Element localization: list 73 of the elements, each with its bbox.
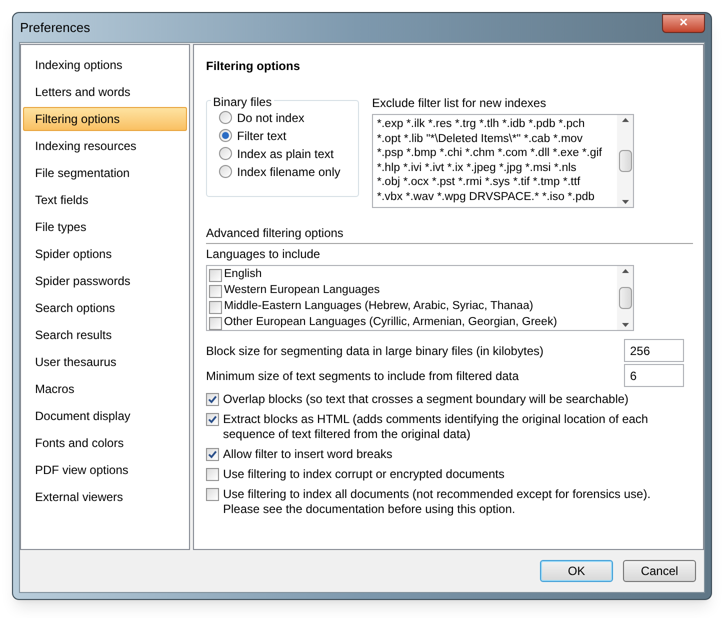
language-label: English [224,267,262,282]
sidebar-item[interactable]: Macros [23,377,187,401]
radio-label: Filter text [237,128,286,144]
sidebar-item[interactable]: File segmentation [23,161,187,185]
language-label: Other European Languages (Cyrillic, Armenian, Georgian, Greek) [224,315,558,330]
sidebar-item[interactable]: Document display [23,404,187,428]
page-heading: Filtering options [206,58,301,75]
checkbox[interactable] [209,300,222,314]
checkbox-label: Extract blocks as HTML (adds comments identifying the original location of each sequence of text filtered from the original data) [223,412,650,442]
section-heading: Advanced filtering options [206,226,344,240]
scroll-thumb[interactable] [618,150,632,172]
sidebar-item[interactable]: File types [23,215,187,239]
sidebar-item[interactable]: Spider passwords [23,269,187,293]
checkbox[interactable] [209,316,222,330]
scrollbar[interactable] [617,115,633,207]
field-label: Languages to include [206,246,322,263]
checkbox[interactable] [206,488,219,501]
field-text-line: *.hlp *.ivi *.ivt *.ix *.jpeg *.jpg *.msi *.nls [377,160,578,175]
field-label: Block size for segmenting data in large binary files (in kilobytes) [206,342,544,360]
sidebar-item[interactable]: Fonts and colors [23,431,187,455]
checkbox-label: Use filtering to index all documents (not recommended except for forensics use). Please see the documentation before using this option. [223,487,652,517]
number-field[interactable]: 256 [624,339,684,362]
sidebar-item[interactable]: Search results [23,323,187,347]
scroll-up-icon [622,269,628,273]
radio-label: Do not index [237,110,304,126]
checkbox[interactable] [209,284,222,298]
checkbox[interactable] [206,413,219,426]
sidebar-item[interactable]: PDF view options [23,458,187,482]
checkbox-label: Use filtering to index corrupt or encrypted documents [223,467,506,482]
checkmark-icon [208,415,217,424]
radio-button[interactable] [219,129,232,142]
field-text-line: *.psp *.bmp *.chi *.chm *.com *.dll *.exe *.gif [377,146,603,160]
field-text-line: *.obj *.ocx *.pst *.rmi *.sys *.tif *.tmp *.ttf [377,175,582,190]
checkmark-icon [208,395,217,404]
scrollbar[interactable] [617,266,633,330]
languages-list[interactable]: English Western European Languages Middle-Eastern Languages (Hebrew, Arabic, Syriac, Thanaa) Other European Languages (Cyrillic, Armenian, Georgian, Greek) [206,265,634,331]
sidebar-item[interactable]: Indexing options [23,53,187,77]
checkbox[interactable] [206,393,219,406]
field-text-line: *.vbx *.wav *.wpg DRVSPACE.* *.iso *.pdb [377,190,596,204]
scroll-up-icon [622,118,628,122]
language-label: Western European Languages [224,283,380,298]
checkbox-label: Overlap blocks (so text that crosses a segment boundary will be searchable) [223,392,630,407]
checkbox-label: Allow filter to insert word breaks [223,447,394,462]
radio-label: Index filename only [237,164,340,180]
radio-button[interactable] [219,165,232,178]
sidebar-item[interactable]: Search options [23,296,187,320]
scroll-down-icon [622,200,628,204]
sidebar-item[interactable]: Indexing resources [23,134,187,158]
field-text-line: *.opt *.lib "*\Deleted Items\*" *.cab *.mov [377,132,584,146]
sidebar-item[interactable]: Filtering options [23,107,187,131]
number-field[interactable]: 6 [624,364,684,387]
radio-button[interactable] [219,111,232,124]
sidebar-item[interactable]: Text fields [23,188,187,212]
sidebar-item[interactable]: Spider options [23,242,187,266]
checkbox[interactable] [206,468,219,481]
field-label: Minimum size of text segments to include from filtered data [206,368,519,384]
exclude-list-field[interactable] [372,114,634,208]
checkbox[interactable] [206,448,219,461]
field-text-line: *.exp *.ilk *.res *.trg *.tlh *.idb *.pdb *.pch [377,117,586,132]
dialog-button[interactable]: OK [540,560,613,582]
radio-label: Index as plain text [237,146,334,162]
dialog-button[interactable]: Cancel [623,560,696,582]
checkmark-icon [208,450,217,459]
language-label: Middle-Eastern Languages (Hebrew, Arabic, Syriac, Thanaa) [224,299,534,314]
window-title: Preferences [19,18,90,37]
checkbox[interactable] [209,268,222,282]
scroll-down-icon [622,323,628,327]
sidebar-item[interactable]: External viewers [23,485,187,509]
radio-button[interactable] [219,147,232,160]
field-label: Exclude filter list for new indexes [372,95,548,112]
scroll-thumb[interactable] [618,287,632,309]
sidebar-item[interactable]: Letters and words [23,80,187,104]
sidebar-item[interactable]: User thesaurus [23,350,187,374]
